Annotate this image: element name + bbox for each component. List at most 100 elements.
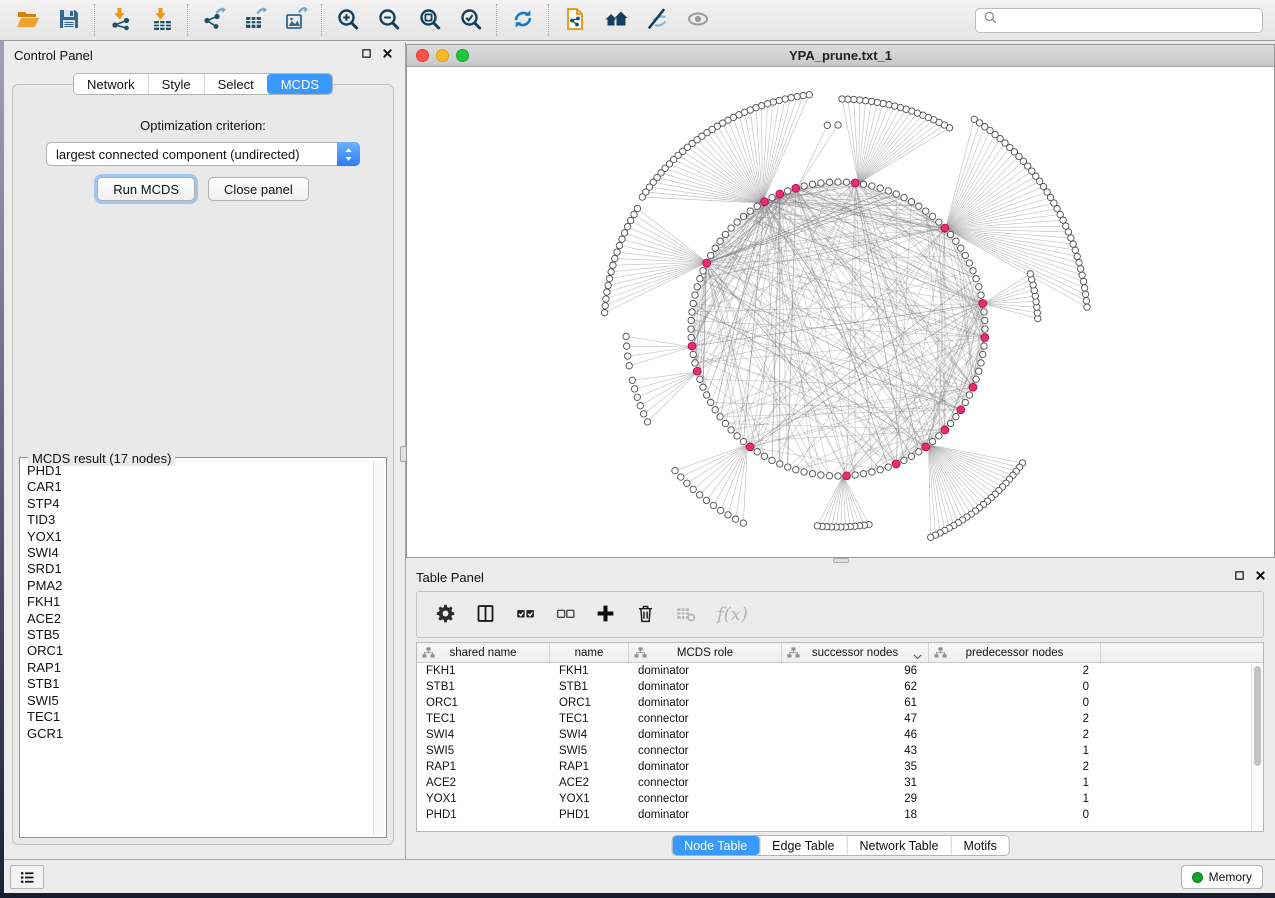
graph-leaf-node[interactable] [626,363,632,369]
graph-ring-node[interactable] [708,399,714,405]
mcds-result-item[interactable]: SRD1 [27,561,372,577]
graph-leaf-node[interactable] [725,512,731,518]
graph-leaf-node[interactable] [610,262,616,268]
graph-leaf-node[interactable] [740,520,746,526]
graph-ring-node[interactable] [700,384,706,390]
graph-ring-node[interactable] [818,180,824,186]
table-row[interactable]: YOX1YOX1connector291 [417,791,1263,807]
export-network-button[interactable] [193,3,234,37]
graph-leaf-node[interactable] [814,523,820,529]
graph-leaf-node[interactable] [1078,266,1084,272]
mcds-result-item[interactable]: RAP1 [27,660,372,676]
graph-leaf-node[interactable] [1076,259,1082,265]
mcds-result-item[interactable]: TID3 [27,512,372,528]
float-panel-icon[interactable] [1234,570,1245,581]
graph-ring-node[interactable] [826,473,832,479]
graph-leaf-node[interactable] [1074,253,1080,259]
mcds-result-item[interactable]: SWI5 [27,693,372,709]
table-row[interactable]: RAP1RAP1dominator352 [417,759,1263,775]
graph-ring-node[interactable] [893,191,899,197]
mcds-result-item[interactable]: STB5 [27,627,372,643]
hide-selected-button[interactable] [636,3,677,37]
graph-leaf-node[interactable] [641,411,647,417]
zoom-in-button[interactable] [327,3,368,37]
mcds-result-item[interactable]: ORC1 [27,643,372,659]
window-minimize-button[interactable] [436,49,449,62]
export-table-button[interactable] [234,3,275,37]
graph-ring-node[interactable] [801,469,807,475]
graph-leaf-node[interactable] [634,394,640,400]
deselect-all-button[interactable] [547,599,584,631]
graph-ring-node[interactable] [722,231,728,237]
mcds-result-item[interactable]: PMA2 [27,578,372,594]
graph-leaf-node[interactable] [732,516,738,522]
graph-leaf-node[interactable] [634,205,640,211]
graph-ring-node[interactable] [869,183,875,189]
graph-leaf-node[interactable] [800,92,806,98]
select-all-button[interactable] [507,599,544,631]
graph-ring-node[interactable] [923,208,929,214]
graph-mcds-node[interactable] [969,383,977,391]
graph-leaf-node[interactable] [602,303,608,309]
graph-leaf-node[interactable] [678,474,684,480]
graph-leaf-node[interactable] [874,99,880,105]
graph-leaf-node[interactable] [1070,241,1076,247]
graph-mcds-node[interactable] [941,426,949,434]
graph-ring-node[interactable] [717,238,723,244]
graph-leaf-node[interactable] [1065,229,1071,235]
graph-leaf-node[interactable] [604,289,610,295]
table-row[interactable]: ORC1ORC1dominator610 [417,695,1263,711]
graph-ring-node[interactable] [690,300,696,306]
graph-ring-node[interactable] [966,260,972,266]
graph-leaf-node[interactable] [690,486,696,492]
optimization-criterion-select[interactable]: largest connected component (undirected) [46,142,360,166]
graph-ring-node[interactable] [769,194,775,200]
graph-mcds-node[interactable] [981,334,989,342]
graph-ring-node[interactable] [692,292,698,298]
graph-ring-node[interactable] [785,464,791,470]
graph-leaf-node[interactable] [624,343,630,349]
graph-leaf-node[interactable] [614,249,620,255]
graph-ring-node[interactable] [754,449,760,455]
graph-mcds-node[interactable] [776,190,784,198]
table-row[interactable]: PHD1PHD1dominator180 [417,807,1263,823]
save-button[interactable] [48,3,89,37]
mcds-result-item[interactable]: FKH1 [27,594,372,610]
table-row[interactable]: SWI5SWI5connector431 [417,743,1263,759]
table-vertical-scrollbar[interactable] [1251,664,1263,831]
graph-ring-node[interactable] [826,179,832,185]
mcds-result-item[interactable]: PHD1 [27,463,372,479]
graph-leaf-node[interactable] [616,242,622,248]
graph-ring-node[interactable] [688,326,694,332]
graph-mcds-node[interactable] [892,460,900,468]
graph-ring-node[interactable] [697,376,703,382]
graph-ring-node[interactable] [962,252,968,258]
graph-leaf-node[interactable] [612,255,618,261]
graph-leaf-node[interactable] [845,96,851,102]
graph-leaf-node[interactable] [710,502,716,508]
graph-leaf-node[interactable] [1027,271,1033,277]
graph-ring-node[interactable] [978,292,984,298]
window-zoom-button[interactable] [456,49,469,62]
graph-ring-node[interactable] [958,245,964,251]
graph-ring-node[interactable] [966,392,972,398]
graph-ring-node[interactable] [885,188,891,194]
graph-ring-node[interactable] [982,326,988,332]
graph-leaf-node[interactable] [601,310,607,316]
graph-ring-node[interactable] [700,268,706,274]
graph-ring-node[interactable] [777,461,783,467]
graph-mcds-node[interactable] [761,198,769,206]
graph-ring-node[interactable] [785,188,791,194]
graph-ring-node[interactable] [973,276,979,282]
graph-ring-node[interactable] [981,309,987,315]
float-panel-icon[interactable] [361,48,372,59]
graph-ring-node[interactable] [953,414,959,420]
graph-ring-node[interactable] [734,433,740,439]
graph-ring-node[interactable] [877,467,883,473]
first-neighbors-button[interactable] [595,3,636,37]
tab-network[interactable]: Network [74,74,148,94]
graph-leaf-node[interactable] [824,122,830,128]
graph-ring-node[interactable] [885,464,891,470]
mcds-result-item[interactable]: YOX1 [27,529,372,545]
graph-mcds-node[interactable] [792,184,800,192]
